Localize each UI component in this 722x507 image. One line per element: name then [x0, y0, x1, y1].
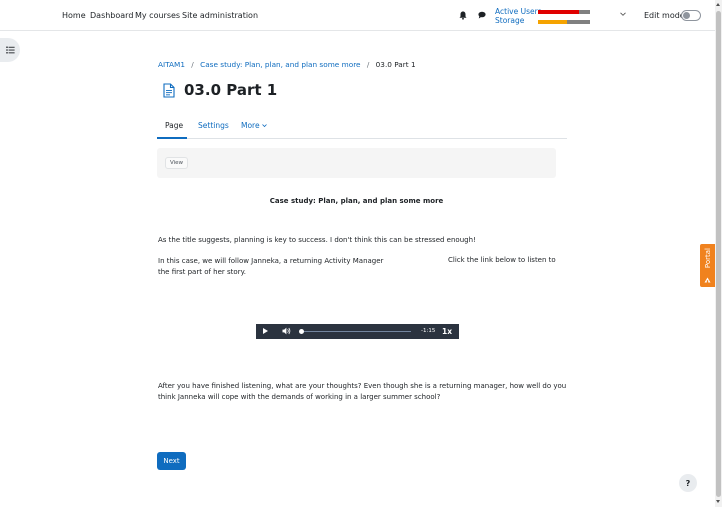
nav-home[interactable]: Home [62, 11, 86, 20]
storage-label: Storage [495, 16, 525, 25]
storage-bar-remainder [567, 20, 590, 24]
portal-logo-icon [704, 277, 711, 283]
activity-header: View [157, 148, 556, 178]
volume-icon[interactable] [282, 327, 291, 337]
active-users-label: Active Users [495, 7, 542, 16]
active-users-bar-remainder [579, 10, 590, 14]
page-header: 03.0 Part 1 [163, 81, 277, 99]
nav-site-administration[interactable]: Site administration [182, 11, 258, 20]
breadcrumb: AITAM1 / Case study: Plan, plan, and pla… [158, 60, 416, 69]
breadcrumb-current: 03.0 Part 1 [375, 60, 416, 69]
content-paragraph-3-line-1: After you have finished listening, what … [158, 382, 567, 390]
nav-my-courses[interactable]: My courses [135, 11, 180, 20]
content-paragraph-3-line-2: think Janneka will cope with the demands… [158, 393, 441, 401]
usage-labels: Active Users Storage [495, 7, 542, 25]
content-paragraph-2-right: Click the link below to listen to [448, 256, 556, 264]
tab-more-label: More [241, 121, 260, 130]
progress-handle[interactable] [299, 329, 304, 334]
content-paragraph-2-line-2: the first part of her story. [158, 268, 246, 276]
next-button[interactable]: Next [157, 452, 186, 470]
tab-settings[interactable]: Settings [198, 121, 229, 130]
tab-more[interactable]: More [241, 121, 267, 130]
page-scrollbar[interactable] [715, 0, 722, 507]
scroll-up-arrow-icon[interactable] [716, 3, 720, 6]
remaining-time: -1:15 [421, 328, 436, 334]
active-users-bar-fill [538, 10, 579, 14]
breadcrumb-separator: / [191, 60, 194, 69]
tab-page[interactable]: Page [165, 121, 183, 130]
content-paragraph-1: As the title suggests, planning is key t… [158, 236, 476, 244]
play-icon[interactable] [263, 328, 268, 334]
scroll-down-arrow-icon[interactable] [716, 500, 720, 503]
course-index-drawer-button[interactable] [0, 38, 20, 62]
breadcrumb-section[interactable]: Case study: Plan, plan, and plan some mo… [200, 60, 360, 69]
edit-mode-toggle-knob [683, 12, 690, 19]
storage-bar-fill [538, 20, 567, 24]
progress-track[interactable] [300, 331, 411, 332]
messages-chat-icon[interactable] [477, 9, 487, 21]
portal-side-tab[interactable]: Portal [700, 244, 715, 287]
notifications-bell-icon[interactable] [458, 9, 468, 21]
content-subtitle: Case study: Plan, plan, and plan some mo… [269, 197, 444, 205]
active-tab-indicator [157, 137, 187, 139]
user-menu-chevron-icon[interactable] [620, 10, 626, 19]
edit-mode-toggle[interactable] [681, 10, 701, 21]
scrollbar-thumb[interactable] [716, 11, 721, 497]
chevron-down-icon [262, 124, 267, 128]
content-paragraph-2-line-1: In this case, we will follow Janneka, a … [158, 257, 384, 265]
top-navbar: Home Dashboard My courses Site administr… [0, 0, 715, 31]
playback-rate-button[interactable]: 1x [442, 327, 452, 336]
view-completion-badge: View [165, 157, 189, 169]
page-document-icon [163, 82, 175, 98]
breadcrumb-course[interactable]: AITAM1 [158, 60, 185, 69]
breadcrumb-separator: / [366, 60, 370, 69]
help-button[interactable]: ? [679, 474, 697, 492]
page-title: 03.0 Part 1 [184, 81, 278, 99]
portal-label: Portal [703, 248, 712, 269]
secondary-navigation: Page Settings More [157, 113, 567, 139]
audio-player: -1:15 1x [256, 324, 459, 339]
edit-mode-label: Edit mode [644, 11, 685, 20]
list-icon [5, 46, 15, 54]
nav-dashboard[interactable]: Dashboard [90, 11, 133, 20]
